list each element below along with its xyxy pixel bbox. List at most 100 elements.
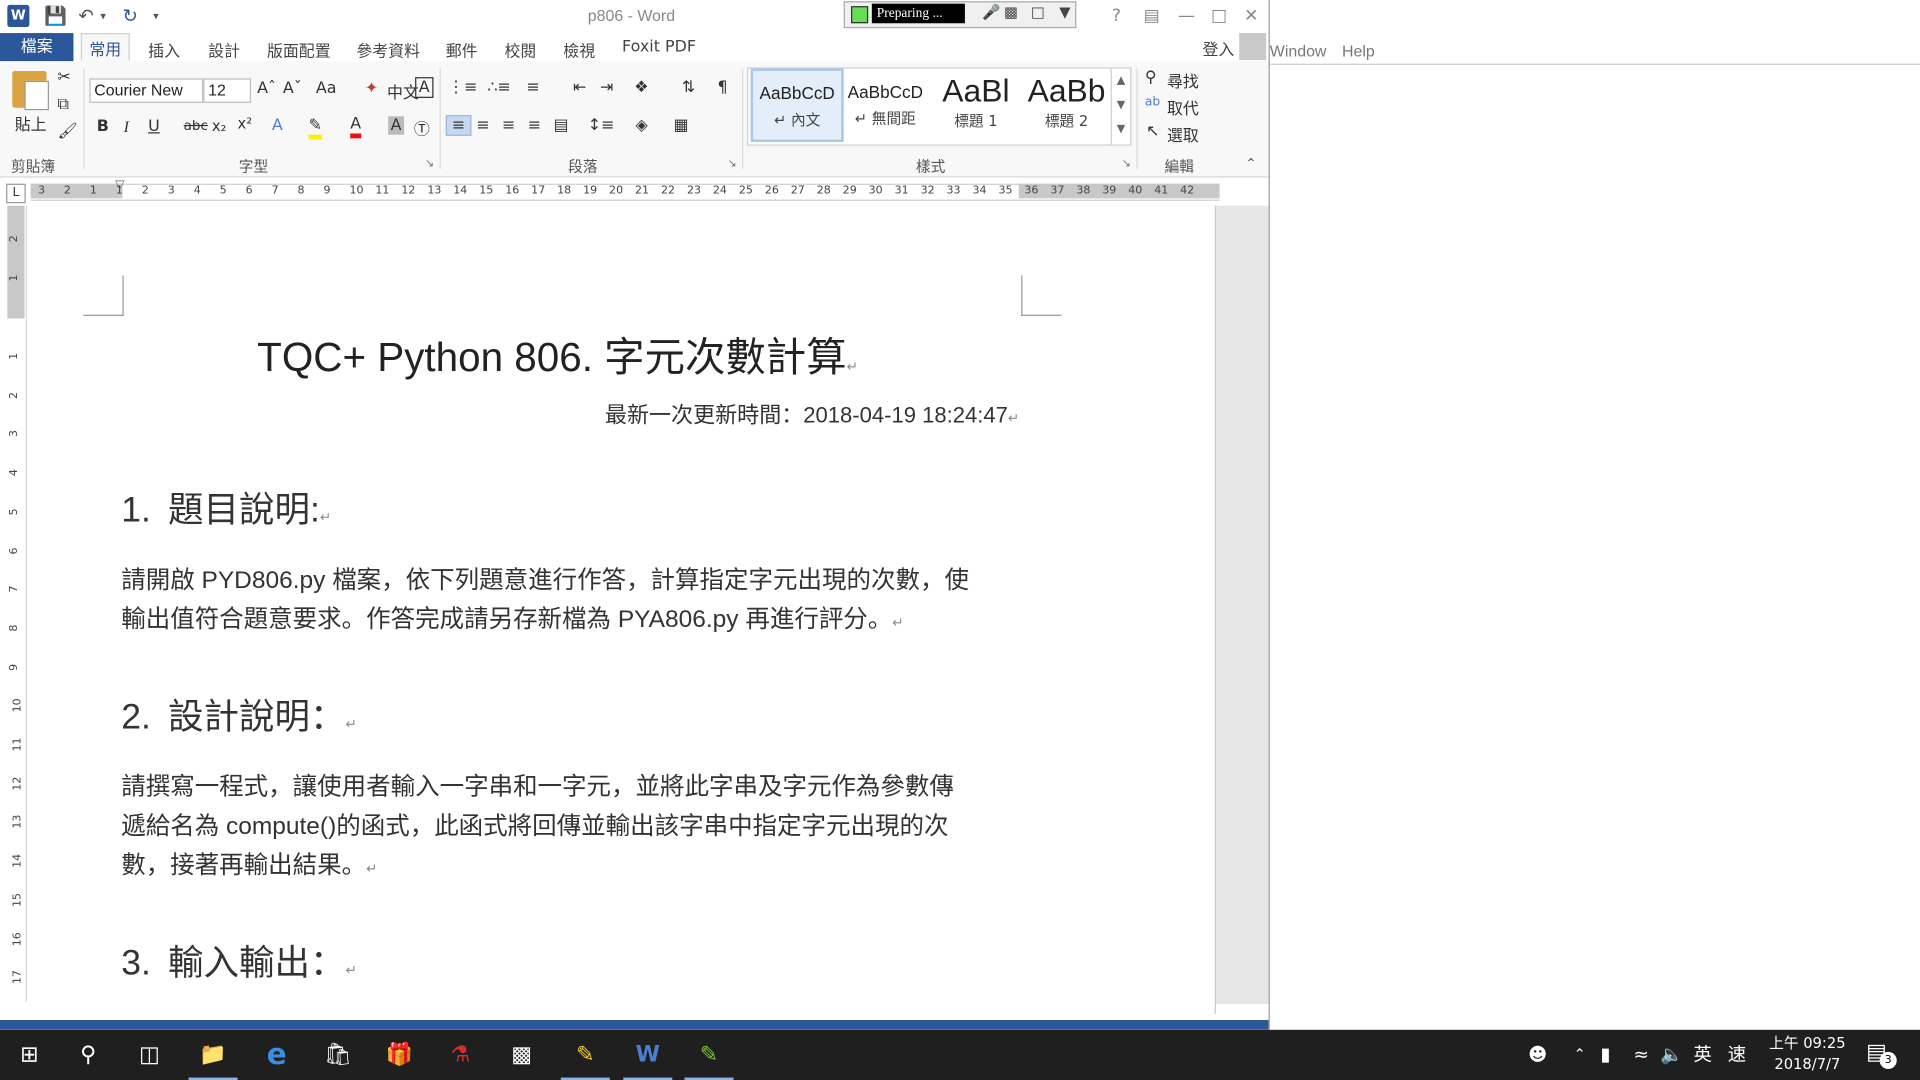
style-no-spacing[interactable]: AaBbCcD ↵ 無間距	[841, 70, 929, 141]
file-explorer-icon[interactable]: 📁	[184, 1030, 243, 1080]
save-icon[interactable]: 💾	[44, 5, 67, 27]
avatar[interactable]	[1239, 33, 1267, 61]
battery-icon[interactable]: ▮	[1600, 1030, 1610, 1080]
document-area[interactable]: TQC+ Python 806. 字元次數計算↵ 最新一次更新時間：2018-0…	[26, 205, 1269, 1014]
borders-icon[interactable]: ▦	[673, 116, 688, 134]
bold-button[interactable]: B	[97, 118, 109, 136]
undo-icon[interactable]: ↶	[78, 5, 93, 27]
bullets-icon[interactable]: ⋮≡	[448, 78, 477, 96]
volume-icon[interactable]: 🔈	[1660, 1030, 1683, 1080]
terminal-icon[interactable]: ▩	[492, 1030, 551, 1080]
text-effects-icon[interactable]: A	[272, 116, 283, 134]
tab-selector[interactable]: L	[6, 183, 26, 204]
paste-button[interactable]: 貼上	[15, 111, 47, 134]
justify-button[interactable]: ≡	[528, 116, 541, 134]
pdf-reader-icon[interactable]: ⚗	[431, 1030, 490, 1080]
close-icon[interactable]: ✕	[1244, 6, 1258, 26]
select-button[interactable]: 選取	[1167, 122, 1199, 145]
font-dialog-launcher-icon[interactable]: ↘	[425, 158, 434, 170]
underline-button[interactable]: U	[148, 118, 160, 136]
sign-in-link[interactable]: 登入	[1202, 37, 1234, 60]
highlight-icon[interactable]: ✎	[308, 116, 322, 140]
tab-view[interactable]: 檢視	[556, 36, 603, 64]
increase-indent-icon[interactable]: ⇥	[600, 78, 613, 96]
clock[interactable]: 上午 09:25 2018/7/7	[1763, 1033, 1851, 1075]
grow-font-icon[interactable]: Aˆ	[257, 80, 276, 98]
tab-foxit-pdf[interactable]: Foxit PDF	[615, 36, 704, 59]
format-painter-icon[interactable]: 🖌	[58, 122, 78, 140]
word-app-icon[interactable]: W	[7, 4, 30, 27]
tab-file[interactable]: 檔案	[0, 33, 74, 62]
tab-references[interactable]: 參考資料	[349, 36, 427, 64]
find-icon[interactable]: ⚲	[1145, 69, 1157, 87]
styles-dialog-launcher-icon[interactable]: ↘	[1122, 158, 1131, 170]
camera-off-icon[interactable]: ▩	[1004, 4, 1018, 21]
font-color-icon[interactable]: A	[350, 115, 362, 139]
align-right-button[interactable]: ≡	[502, 116, 515, 134]
distributed-button[interactable]: ▤	[553, 116, 568, 134]
maximize-icon[interactable]: □	[1211, 6, 1227, 26]
find-button[interactable]: 尋找	[1167, 69, 1199, 91]
customize-qat-icon[interactable]: ▾	[153, 11, 159, 23]
collapse-ribbon-icon[interactable]: ⌃	[1245, 156, 1256, 172]
strikethrough-button[interactable]: abc	[184, 118, 208, 134]
italic-button[interactable]: I	[124, 118, 129, 138]
superscript-button[interactable]: x²	[238, 115, 253, 132]
paste-icon[interactable]	[12, 71, 49, 111]
recorder-icon[interactable]: ✎	[680, 1030, 739, 1080]
change-case-button[interactable]: Aa	[316, 80, 337, 98]
character-shading-icon[interactable]: A	[388, 116, 404, 135]
replace-button[interactable]: 取代	[1167, 96, 1199, 118]
ime-mode[interactable]: 速	[1728, 1030, 1746, 1080]
ribbon-display-icon[interactable]: ▤	[1144, 6, 1160, 26]
decrease-indent-icon[interactable]: ⇤	[573, 78, 586, 96]
show-marks-icon[interactable]: ¶	[718, 78, 728, 96]
gift-icon[interactable]: 🎁	[370, 1030, 429, 1080]
tab-insert[interactable]: 插入	[141, 36, 188, 64]
region-select-icon[interactable]: □	[1031, 4, 1045, 21]
select-icon[interactable]: ↖	[1146, 122, 1159, 140]
line-spacing-icon[interactable]: ↕≡	[588, 116, 615, 134]
horizontal-ruler[interactable]: L ▽ 3 2 1 1 2 3 4 5 6 7 8 9 10 11 12 13 14 15 16 17 18 19 20 21…	[0, 177, 1269, 205]
align-left-button[interactable]: ≡	[445, 115, 472, 136]
microphone-icon[interactable]: 🎤	[982, 4, 1000, 21]
align-center-button[interactable]: ≡	[476, 116, 489, 134]
shrink-font-icon[interactable]: Aˇ	[283, 80, 302, 98]
notification-icon[interactable]: ▤ 3	[1866, 1040, 1897, 1069]
wifi-icon[interactable]: ≈	[1633, 1030, 1648, 1080]
python-icon[interactable]: ✎	[556, 1030, 615, 1080]
asian-layout-icon[interactable]: ❖	[634, 78, 648, 96]
word-taskbar-icon[interactable]: W	[618, 1030, 677, 1080]
help-icon[interactable]: ?	[1112, 6, 1121, 26]
character-border-icon[interactable]: A	[415, 77, 434, 98]
paragraph-dialog-launcher-icon[interactable]: ↘	[727, 158, 736, 170]
style-heading-1[interactable]: AaBl 標題 1	[932, 70, 1020, 141]
ime-language[interactable]: 英	[1693, 1030, 1711, 1080]
edge-icon[interactable]: e	[247, 1030, 306, 1080]
font-name-combo[interactable]: Courier New	[89, 78, 204, 103]
people-icon[interactable]: ☻	[1528, 1030, 1547, 1080]
redo-icon[interactable]: ↻	[122, 5, 137, 27]
menu-window[interactable]: Window	[1270, 42, 1327, 60]
font-size-combo[interactable]: 12	[203, 78, 252, 103]
tab-review[interactable]: 校閱	[497, 36, 544, 64]
enclose-characters-icon[interactable]: Ⓣ	[414, 116, 430, 139]
show-hidden-icons[interactable]: ⌃	[1573, 1030, 1585, 1080]
tab-layout[interactable]: 版面配置	[260, 36, 338, 64]
style-normal[interactable]: AaBbCcD ↵ 內文	[750, 68, 844, 143]
numbering-icon[interactable]: ∴≡	[487, 78, 510, 96]
menu-help[interactable]: Help	[1342, 42, 1375, 60]
undo-dropdown-icon[interactable]: ▾	[100, 11, 106, 23]
page[interactable]: TQC+ Python 806. 字元次數計算↵ 最新一次更新時間：2018-0…	[26, 205, 1216, 1014]
multilevel-list-icon[interactable]: ≡	[527, 78, 540, 96]
style-heading-2[interactable]: AaBb 標題 2	[1022, 70, 1110, 141]
search-icon[interactable]: ⚲	[59, 1030, 118, 1080]
tab-home[interactable]: 常用	[80, 33, 130, 62]
store-icon[interactable]: 🛍	[309, 1030, 368, 1080]
task-view-icon[interactable]: ◫	[120, 1030, 179, 1080]
styles-scroll[interactable]: ▲ ▼ ▼	[1110, 68, 1131, 145]
minimize-icon[interactable]: —	[1178, 6, 1195, 26]
cut-icon[interactable]: ✂	[58, 69, 71, 87]
tab-design[interactable]: 設計	[201, 36, 248, 64]
copy-icon[interactable]: ⧉	[58, 96, 69, 114]
